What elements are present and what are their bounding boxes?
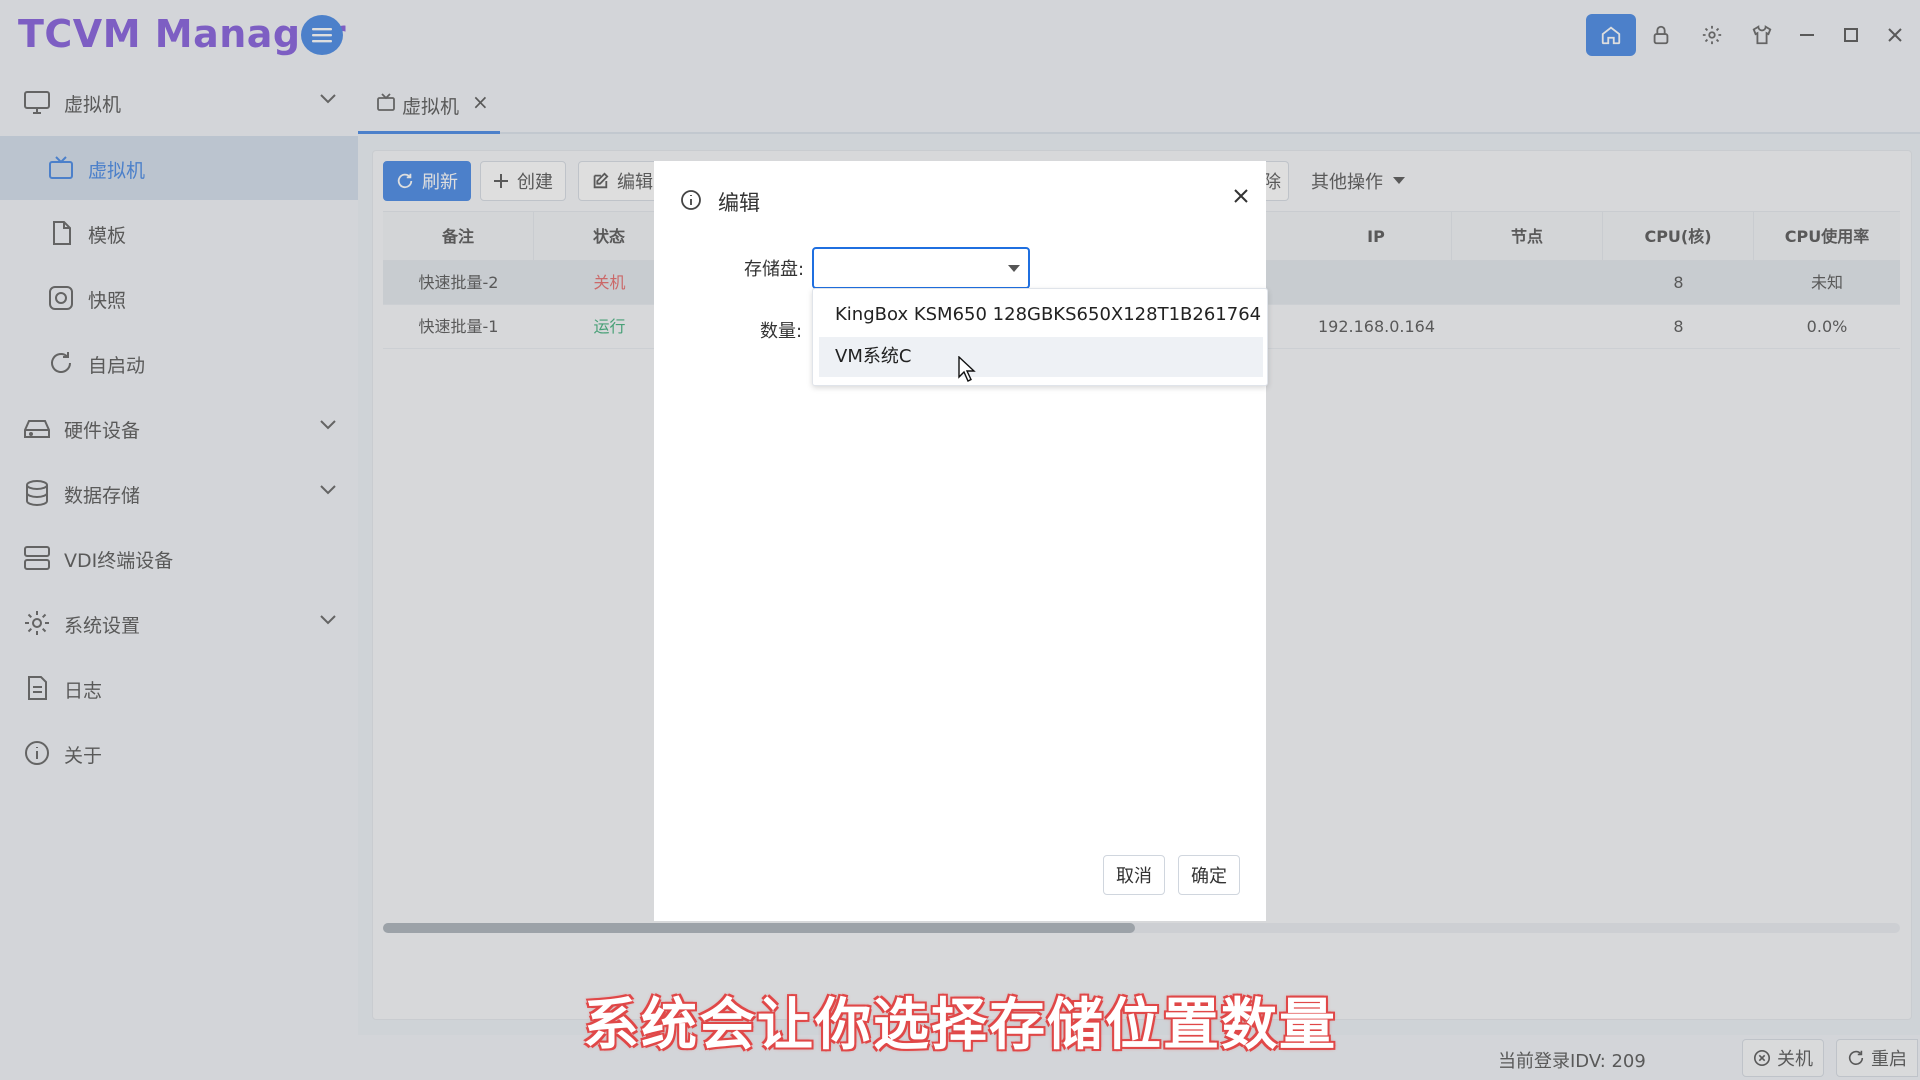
storage-dropdown: KingBox KSM650 128GBKS650X128T1B261764 V… xyxy=(812,288,1268,386)
storage-label: 存储盘: xyxy=(744,259,805,280)
quantity-label: 数量: xyxy=(760,321,803,342)
cancel-button[interactable]: 取消 xyxy=(1103,855,1165,895)
storage-select[interactable] xyxy=(812,247,1030,289)
edit-dialog: 编辑 存储盘: 数量: 取消 确定 xyxy=(654,161,1266,921)
dropdown-option[interactable]: KingBox KSM650 128GBKS650X128T1B261764 xyxy=(813,295,1269,335)
confirm-button[interactable]: 确定 xyxy=(1178,855,1240,895)
info-icon xyxy=(681,190,701,210)
video-subtitle: 系统会让你选择存储位置数量 xyxy=(583,993,1337,1058)
mouse-cursor-icon xyxy=(958,356,976,382)
caret-down-icon xyxy=(1008,265,1020,272)
dialog-title: 编辑 xyxy=(718,191,760,215)
dialog-close-button[interactable] xyxy=(1226,181,1256,211)
close-icon xyxy=(1234,189,1248,203)
dropdown-option[interactable]: VM系统C xyxy=(819,337,1263,377)
